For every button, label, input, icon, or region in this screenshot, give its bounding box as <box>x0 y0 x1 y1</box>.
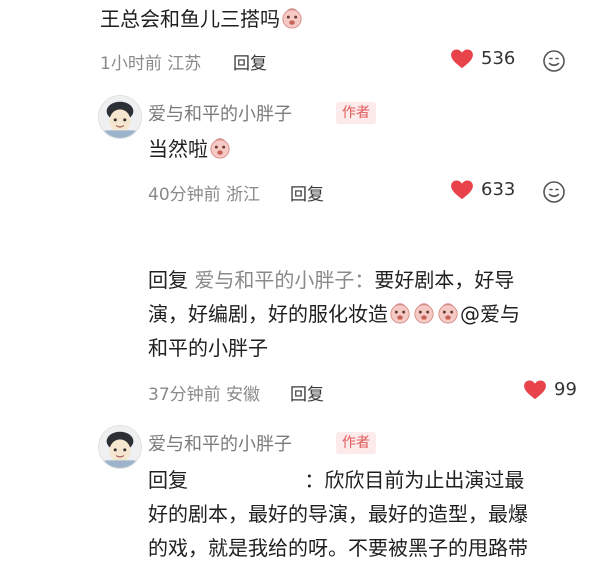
reply-prefix: 回复 <box>148 468 188 492</box>
like-button[interactable]: 536 <box>451 48 515 69</box>
reply-button[interactable]: 回复 <box>290 180 324 205</box>
emoji-icon <box>389 302 411 324</box>
username[interactable]: 爱与和平的小胖子 <box>148 430 292 456</box>
reply-prefix: 回复 <box>148 268 188 292</box>
reply-line-3: 的戏，就是我给的呀。不要被黑子的甩路带 <box>148 536 528 560</box>
comment-location: 安徽 <box>226 385 261 405</box>
reply-text-part: ：欣欣目前为止出演过最 <box>304 468 525 492</box>
comment-location: 江苏 <box>167 54 202 74</box>
mention-link[interactable]: @爱与 <box>460 302 520 326</box>
comment-text-content: 当然啦 <box>148 137 208 161</box>
username[interactable]: 爱与和平的小胖子 <box>148 100 292 126</box>
comment-time: 40分钟前 <box>148 185 221 205</box>
reply-line-1: 回复 爱与和平的小胖子：要好剧本，好导 <box>148 263 588 297</box>
comment-meta: 37分钟前 安徽 <box>148 380 260 405</box>
like-count: 633 <box>481 179 516 200</box>
heart-icon <box>451 49 473 69</box>
heart-icon <box>451 180 473 200</box>
reply-line-3: 和平的小胖子 <box>148 331 588 365</box>
like-button[interactable]: 633 <box>451 179 515 200</box>
reply-line-2: 演，好编剧，好的服化妆造 @爱与 <box>148 297 588 331</box>
comment-text-content: 王总会和鱼儿三搭吗 <box>100 7 280 31</box>
emoji-icon <box>209 137 231 159</box>
comment-location: 浙江 <box>226 185 261 205</box>
reply-text: 回复 爱与和平的小胖子：要好剧本，好导 演，好编剧，好的服化妆造 @爱与 和平的小… <box>148 263 588 365</box>
reply-text-part: 和平的小胖子 <box>148 336 268 360</box>
like-button[interactable]: 99 <box>524 379 577 400</box>
comment-time: 1小时前 <box>100 54 162 74</box>
avatar[interactable] <box>98 425 142 469</box>
comment-text: 当然啦 <box>148 132 232 166</box>
comment-text: 王总会和鱼儿三搭吗 <box>100 2 304 36</box>
reply-line-1: 回复 ：欣欣目前为止出演过最 <box>148 463 588 497</box>
emoji-icon <box>437 302 459 324</box>
heart-icon <box>524 380 546 400</box>
reply-button[interactable]: 回复 <box>290 380 324 405</box>
reply-target-user[interactable]: 爱与和平的小胖子： <box>194 268 374 292</box>
reply-text-part: 要好剧本，好导 <box>374 268 515 292</box>
emoji-icon <box>281 7 303 29</box>
comment-meta: 40分钟前 浙江 <box>148 180 260 205</box>
reply-button[interactable]: 回复 <box>233 49 267 74</box>
avatar[interactable] <box>98 95 142 139</box>
reply-text-part: 演，好编剧，好的服化妆造 <box>148 302 388 326</box>
reply-text: 回复 ：欣欣目前为止出演过最 好的剧本，最好的导演，最好的造型，最爆 的戏，就是… <box>148 463 588 565</box>
comment-meta: 1小时前 江苏 <box>100 49 201 74</box>
emoji-icon <box>413 302 435 324</box>
reply-line-2: 好的剧本，最好的导演，最好的造型，最爆 <box>148 502 528 526</box>
author-badge: 作者 <box>336 432 376 454</box>
comment-time: 37分钟前 <box>148 385 221 405</box>
emoji-reaction-icon[interactable] <box>542 49 566 73</box>
author-badge: 作者 <box>336 102 376 124</box>
emoji-reaction-icon[interactable] <box>542 180 566 204</box>
like-count: 536 <box>481 48 516 69</box>
like-count: 99 <box>554 379 577 400</box>
